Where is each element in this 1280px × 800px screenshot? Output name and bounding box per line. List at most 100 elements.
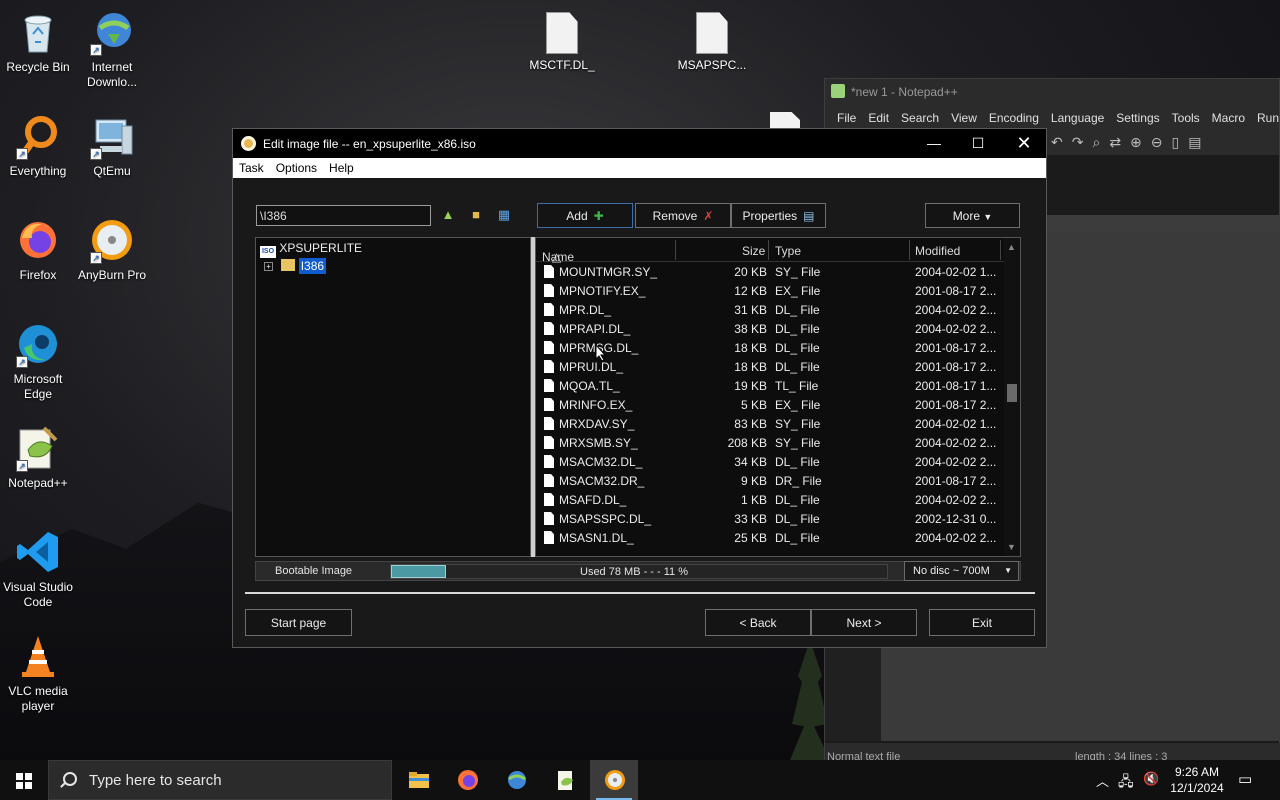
desktop-icon-anyburn[interactable]: ↗ AnyBurn Pro	[74, 216, 150, 283]
npp-menu-view[interactable]: View	[945, 105, 983, 129]
npp-menu-macro[interactable]: Macro	[1206, 105, 1251, 129]
npp-menu-search[interactable]: Search	[895, 105, 945, 129]
file-rows: MOUNTMGR.SY_ 20 KB SY_ File 2004-02-02 1...…	[536, 262, 1006, 547]
npp-menu-language[interactable]: Language	[1045, 105, 1110, 129]
file-size: 18 KB	[734, 341, 767, 355]
file-row[interactable]: MRINFO.EX_ 5 KB EX_ File 2001-08-17 2...	[536, 395, 1006, 414]
file-list[interactable]: Name △ Size Type Modified MOUNTMGR.SY_ 20…	[535, 237, 1021, 557]
npp-menu-settings[interactable]: Settings	[1110, 105, 1165, 129]
replace-icon[interactable]: ⇄	[1109, 134, 1121, 151]
network-icon[interactable]: 🖧	[1118, 771, 1134, 795]
remove-button[interactable]: Remove ✗	[635, 203, 731, 228]
tree-node-i386[interactable]: + I386	[264, 258, 327, 274]
desktop-icon-vscode[interactable]: Visual Studio Code	[0, 528, 76, 610]
desktop-file-msctf[interactable]: MSCTF.DL_	[524, 6, 600, 73]
desktop-icon-firefox[interactable]: Firefox	[0, 216, 76, 283]
dialog-title: Edit image file -- en_xpsuperlite_x86.is…	[263, 137, 476, 151]
desktop-icon-internet-download[interactable]: ↗ Internet Downlo...	[74, 8, 150, 90]
desktop-icon-everything[interactable]: ↗ Everything	[0, 112, 76, 179]
taskbar-internet-download[interactable]	[492, 760, 540, 800]
column-name[interactable]: Name △	[542, 244, 574, 264]
file-row[interactable]: MSAPSSPC.DL_ 33 KB DL_ File 2002-12-31 0...	[536, 509, 1006, 528]
file-row[interactable]: MSACM32.DR_ 9 KB DR_ File 2001-08-17 2...	[536, 471, 1006, 490]
zoom-in-icon[interactable]: ⊕	[1130, 134, 1142, 151]
file-row[interactable]: MRXDAV.SY_ 83 KB SY_ File 2004-02-02 1...	[536, 414, 1006, 433]
minimize-icon[interactable]: —	[911, 129, 957, 158]
scroll-down-icon[interactable]: ▼	[1007, 542, 1016, 552]
dialog-titlebar[interactable]: Edit image file -- en_xpsuperlite_x86.is…	[233, 129, 1046, 158]
chevron-up-icon[interactable]: ︿	[1096, 771, 1109, 790]
exit-button[interactable]: Exit	[929, 609, 1035, 636]
path-input[interactable]	[256, 205, 431, 226]
file-size: 20 KB	[734, 265, 767, 279]
file-list-scrollbar[interactable]: ▲ ▼	[1004, 238, 1020, 556]
file-modified: 2004-02-02 2...	[915, 531, 997, 545]
taskbar-anyburn[interactable]	[590, 760, 638, 800]
add-button[interactable]: Add ✚	[537, 203, 633, 228]
scroll-up-icon[interactable]: ▲	[1007, 242, 1016, 252]
notepadpp-titlebar[interactable]: *new 1 - Notepad++	[825, 79, 1279, 105]
file-row[interactable]: MPNOTIFY.EX_ 12 KB EX_ File 2001-08-17 2...	[536, 281, 1006, 300]
menu-help[interactable]: Help	[323, 158, 360, 178]
disc-size-select[interactable]: No disc ~ 700M ▼	[904, 561, 1019, 581]
menu-task[interactable]: Task	[233, 158, 270, 178]
redo-icon[interactable]: ↷	[1072, 134, 1084, 151]
npp-menu-run[interactable]: Run	[1251, 105, 1280, 129]
taskbar-notepadpp[interactable]	[541, 760, 589, 800]
file-row[interactable]: MPR.DL_ 31 KB DL_ File 2004-02-02 2...	[536, 300, 1006, 319]
folder-tree[interactable]: ISO XPSUPERLITE + I386	[255, 237, 531, 557]
desktop-icon-edge[interactable]: ↗ Microsoft Edge	[0, 320, 76, 402]
desktop-icon-vlc[interactable]: VLC media player	[0, 632, 76, 714]
file-row[interactable]: MOUNTMGR.SY_ 20 KB SY_ File 2004-02-02 1...	[536, 262, 1006, 281]
new-folder-icon[interactable]: ■	[467, 207, 485, 223]
folder-up-icon[interactable]: ▲	[439, 207, 457, 223]
find-icon[interactable]: ⌕	[1092, 134, 1100, 151]
grid-view-icon[interactable]: ▦	[495, 207, 513, 223]
wrap-icon[interactable]: ▤	[1188, 134, 1201, 151]
taskbar-clock[interactable]: 9:26 AM 12/1/2024	[1166, 764, 1228, 796]
desktop-file-msapspc[interactable]: MSAPSPC...	[674, 6, 750, 73]
expand-plus-icon[interactable]: +	[264, 262, 273, 271]
volume-muted-icon[interactable]: 🔇	[1143, 771, 1159, 787]
npp-menu-file[interactable]: File	[831, 105, 862, 129]
npp-menu-encoding[interactable]: Encoding	[983, 105, 1045, 129]
file-row[interactable]: MSASN1.DL_ 25 KB DL_ File 2004-02-02 2...	[536, 528, 1006, 547]
tree-root-node[interactable]: ISO XPSUPERLITE	[260, 241, 362, 258]
desktop-icon-qtemu[interactable]: ↗ QtEmu	[74, 112, 150, 179]
column-modified[interactable]: Modified	[915, 244, 960, 258]
file-row[interactable]: MRXSMB.SY_ 208 KB SY_ File 2004-02-02 2...	[536, 433, 1006, 452]
column-separator[interactable]	[768, 240, 769, 260]
notifications-icon[interactable]: ▭	[1238, 770, 1252, 788]
start-button[interactable]	[0, 760, 48, 800]
file-row[interactable]: MSACM32.DL_ 34 KB DL_ File 2004-02-02 2...	[536, 452, 1006, 471]
scrollbar-thumb[interactable]	[1007, 384, 1017, 402]
taskbar-firefox[interactable]	[443, 760, 491, 800]
taskbar-file-explorer[interactable]	[394, 760, 442, 800]
column-type[interactable]: Type	[775, 244, 801, 258]
desktop-icon-recycle-bin[interactable]: Recycle Bin	[0, 8, 76, 75]
start-page-button[interactable]: Start page	[245, 609, 352, 636]
column-separator[interactable]	[675, 240, 676, 260]
column-separator[interactable]	[909, 240, 910, 260]
column-size[interactable]: Size	[742, 244, 765, 258]
taskbar-search[interactable]: Type here to search	[48, 760, 392, 800]
more-button[interactable]: More ▼	[925, 203, 1020, 228]
sync-icon[interactable]: ▯	[1172, 134, 1180, 151]
properties-button[interactable]: Properties ▤	[731, 203, 826, 228]
file-icon	[544, 531, 554, 544]
npp-menu-tools[interactable]: Tools	[1166, 105, 1206, 129]
file-modified: 2001-08-17 1...	[915, 379, 997, 393]
maximize-icon[interactable]: ☐	[955, 129, 1001, 158]
file-row[interactable]: MSAFD.DL_ 1 KB DL_ File 2004-02-02 2...	[536, 490, 1006, 509]
column-separator[interactable]	[1000, 240, 1001, 260]
file-row[interactable]: MQOA.TL_ 19 KB TL_ File 2001-08-17 1...	[536, 376, 1006, 395]
undo-icon[interactable]: ↶	[1051, 134, 1063, 151]
back-button[interactable]: < Back	[705, 609, 811, 636]
menu-options[interactable]: Options	[270, 158, 323, 178]
desktop-icon-notepadpp[interactable]: ↗ Notepad++	[0, 424, 76, 491]
next-button[interactable]: Next >	[811, 609, 917, 636]
close-icon[interactable]: ✕	[1001, 129, 1047, 158]
npp-menu-edit[interactable]: Edit	[862, 105, 895, 129]
file-row[interactable]: MPRAPI.DL_ 38 KB DL_ File 2004-02-02 2...	[536, 319, 1006, 338]
zoom-out-icon[interactable]: ⊖	[1151, 134, 1163, 151]
